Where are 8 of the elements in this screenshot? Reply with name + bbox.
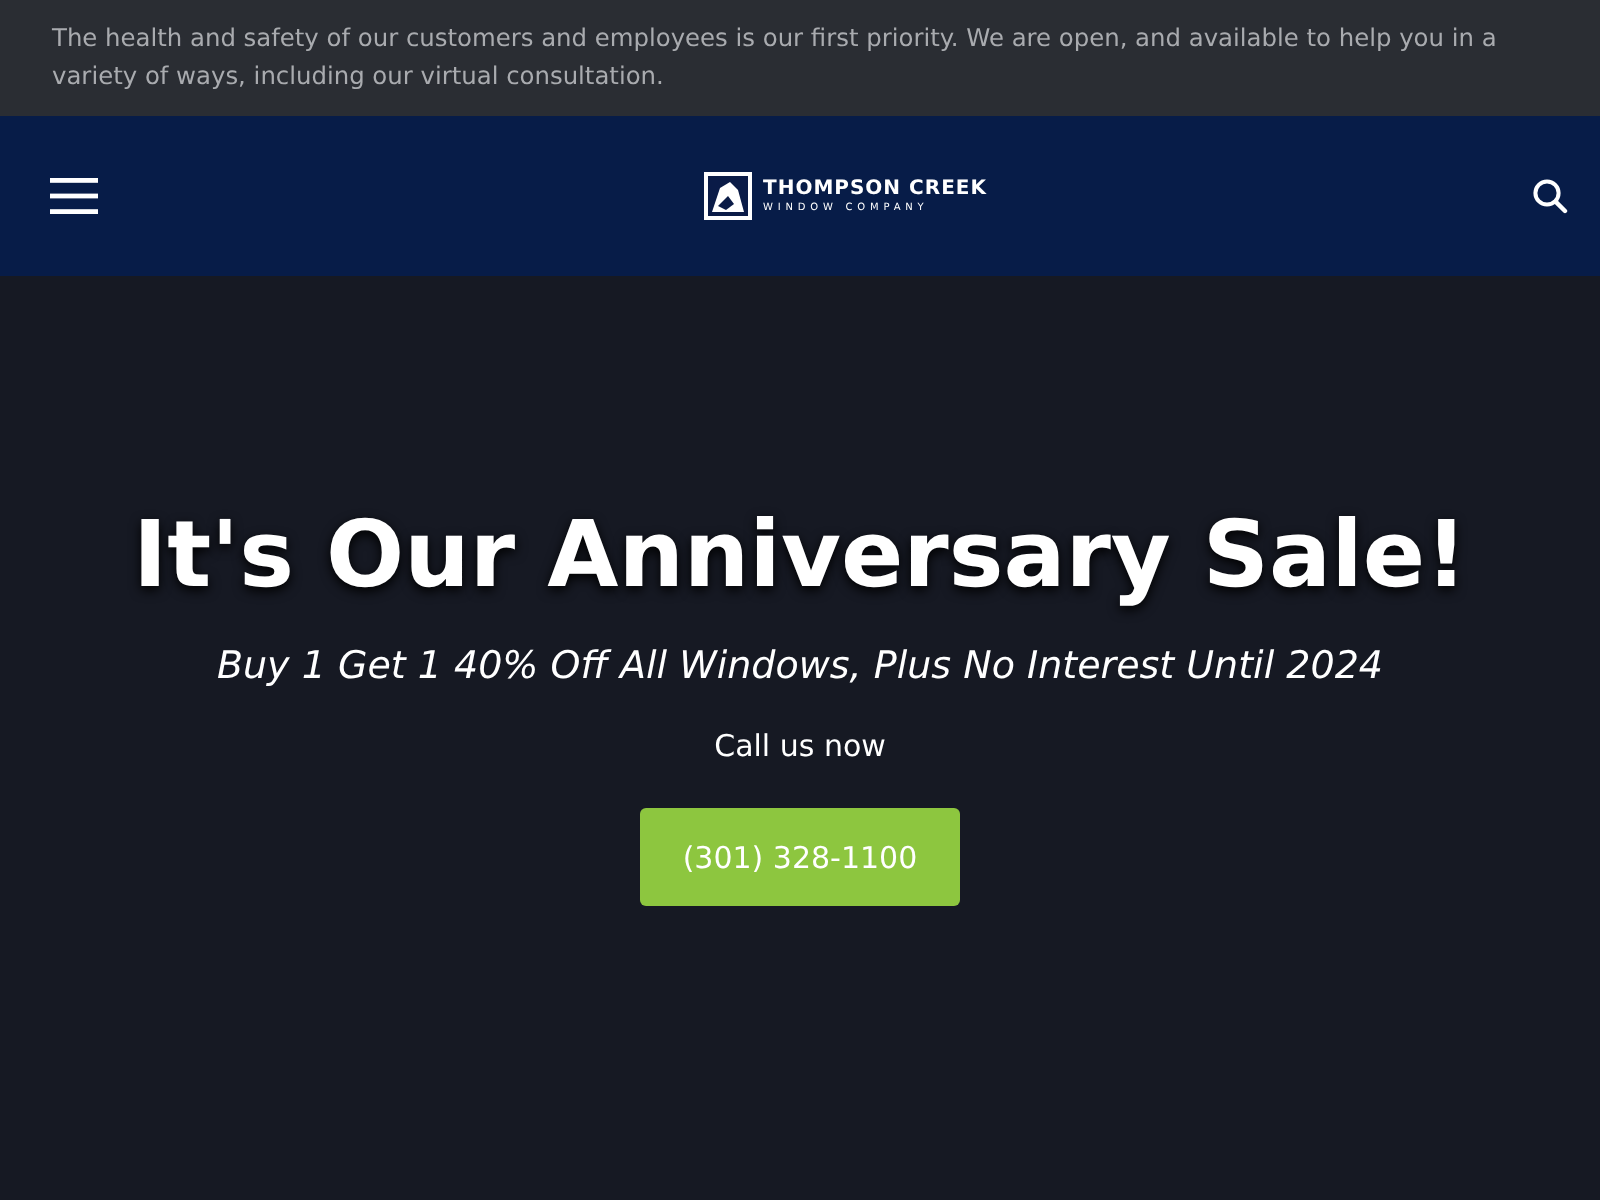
menu-icon[interactable] [50,178,98,214]
logo-title[interactable]: THOMPSON CREEK [763,177,987,201]
search-icon[interactable] [1531,178,1568,214]
hero-subtitle: Buy 1 Get 1 40% Off All Windows, Plus No Interest Until 2024 [216,644,1384,688]
notice-text: The health and safety of our customers and employees is our first priority. We are open, and available to help you in a variety of ways, including our virtual consultation. [52,22,1499,94]
logo-icon[interactable] [703,172,751,220]
call-label: Call us now [714,728,886,764]
hero-title: It's Our Anniversary Sale! [132,500,1468,608]
